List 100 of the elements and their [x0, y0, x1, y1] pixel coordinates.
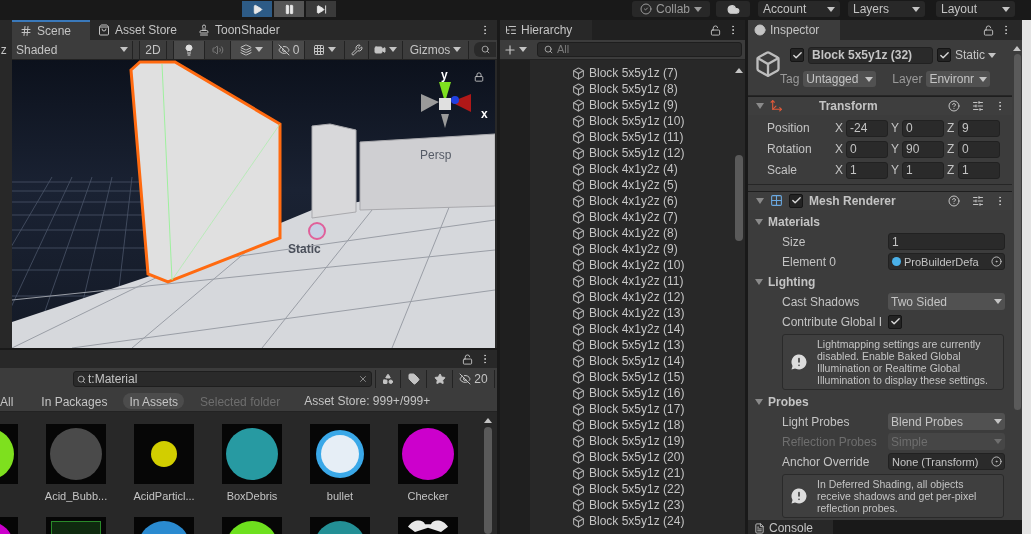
section-title[interactable]: Lighting — [768, 273, 816, 291]
object-field[interactable]: None (Transform) — [888, 453, 1005, 471]
asset-store-count[interactable]: Asset Store: 999+/999+ — [304, 391, 431, 410]
clear-icon[interactable] — [358, 374, 368, 384]
axis-label[interactable]: X — [835, 140, 846, 159]
panel-tab[interactable]: Asset Store — [90, 20, 190, 40]
tag-dropdown[interactable]: Untagged — [803, 71, 877, 87]
hierarchy-item[interactable]: Block 4x1y2z (9) — [530, 241, 733, 257]
number-field[interactable]: 1 — [888, 233, 1005, 251]
axis-label[interactable]: Z — [947, 140, 958, 159]
number-field[interactable]: 0 — [846, 140, 888, 158]
number-field[interactable]: 1 — [958, 161, 1000, 179]
hierarchy-item[interactable]: Block 4x1y2z (13) — [530, 305, 733, 321]
scrollbar-thumb[interactable] — [484, 427, 492, 534]
axis-label[interactable]: Y — [891, 119, 902, 138]
scroll-up-icon[interactable] — [1013, 46, 1021, 51]
panel-tab[interactable]: Scene — [12, 20, 90, 40]
type-filter-button[interactable] — [375, 370, 401, 388]
hierarchy-item[interactable]: Block 5x5y1z (9) — [530, 97, 733, 113]
axis-label[interactable]: Z — [947, 161, 958, 180]
static-dropdown[interactable]: Static — [955, 46, 996, 64]
hierarchy-item[interactable]: Block 5x5y1z (10) — [530, 113, 733, 129]
hierarchy-item[interactable]: Block 4x1y2z (14) — [530, 321, 733, 337]
object-picker-icon[interactable] — [991, 256, 1002, 268]
hierarchy-item[interactable]: Block 4x1y2z (8) — [530, 225, 733, 241]
help-icon[interactable] — [948, 99, 960, 112]
search-scope-tab[interactable]: All — [0, 392, 20, 409]
hierarchy-item[interactable]: Block 5x5y1z (15) — [530, 369, 733, 385]
section-title[interactable]: Probes — [768, 393, 809, 411]
component-title[interactable]: Transform — [819, 96, 878, 115]
checkbox[interactable] — [888, 315, 902, 329]
number-field[interactable]: 90 — [902, 140, 944, 158]
scrollbar-thumb[interactable] — [735, 155, 743, 241]
panel-tab[interactable]: Console — [748, 520, 833, 534]
foldout-arrow-icon[interactable] — [755, 218, 763, 226]
hierarchy-item[interactable]: Block 5x5y1z (14) — [530, 353, 733, 369]
effects-dropdown[interactable] — [231, 40, 273, 59]
hierarchy-item[interactable]: Block 5x5y1z (18) — [530, 417, 733, 433]
number-field[interactable]: -24 — [846, 119, 888, 137]
lock-icon[interactable] — [474, 72, 484, 82]
number-field[interactable]: 1 — [902, 161, 944, 179]
hierarchy-item[interactable]: Block 5x5y1z (11) — [530, 129, 733, 145]
layout-dropdown[interactable]: Layout — [936, 1, 1015, 17]
checkbox[interactable] — [790, 48, 804, 62]
account-dropdown[interactable]: Account — [758, 1, 840, 17]
hierarchy-item[interactable]: Block 5x5y1z (17) — [530, 401, 733, 417]
lock-icon[interactable] — [710, 24, 721, 36]
section-title[interactable]: Materials — [768, 213, 821, 231]
axis-label[interactable]: X — [835, 119, 846, 138]
hierarchy-item[interactable]: Block 5x5y1z (19) — [530, 433, 733, 449]
help-icon[interactable] — [948, 194, 960, 207]
hierarchy-item[interactable]: Block 4x1y2z (10) — [530, 257, 733, 273]
layers-dropdown[interactable]: Layers — [848, 1, 925, 17]
hierarchy-item[interactable]: Block 5x5y1z (16) — [530, 385, 733, 401]
pause-button[interactable] — [274, 1, 304, 17]
lock-icon[interactable] — [462, 353, 473, 365]
checkbox[interactable] — [789, 193, 803, 208]
material-thumbnail[interactable] — [134, 424, 194, 484]
panel-tab[interactable]: Inspector — [748, 20, 840, 40]
scrollbar-thumb[interactable] — [1013, 54, 1021, 410]
2d-toggle[interactable]: 2D — [139, 40, 167, 59]
axis-label[interactable]: X — [835, 161, 846, 180]
object-name-field[interactable]: Block 5x5y1z (32) — [808, 46, 933, 64]
panel-tab[interactable]: Hierarchy — [500, 20, 592, 40]
foldout-arrow-icon[interactable] — [756, 196, 764, 205]
value-dropdown[interactable]: Two Sided — [888, 293, 1005, 311]
number-field[interactable]: 0 — [958, 140, 1000, 158]
panel-tab[interactable]: ToonShader — [190, 20, 290, 40]
step-button[interactable] — [306, 1, 336, 17]
presets-icon[interactable] — [972, 99, 984, 112]
object-field[interactable]: ProBuilderDefa — [888, 253, 1005, 271]
number-field[interactable]: 1 — [846, 161, 888, 179]
search-field[interactable]: t:Material — [73, 371, 372, 387]
hierarchy-item[interactable]: Block 5x5y1z (23) — [530, 497, 733, 513]
axis-label[interactable]: Z — [947, 119, 958, 138]
scene-search-field[interactable] — [474, 42, 496, 57]
number-field[interactable]: 9 — [958, 119, 1000, 137]
foldout-arrow-icon[interactable] — [755, 398, 763, 406]
axis-label[interactable]: Y — [891, 161, 902, 180]
scroll-up-icon[interactable] — [735, 68, 743, 73]
cloud-button[interactable] — [716, 1, 750, 17]
hidden-objects-toggle[interactable]: 0 — [273, 40, 305, 59]
hierarchy-item[interactable]: Block 4x1y2z (5) — [530, 177, 733, 193]
hierarchy-item[interactable]: Block 4x1y2z (7) — [530, 209, 733, 225]
axis-label[interactable]: Y — [891, 140, 902, 159]
projection-label[interactable]: Persp — [420, 146, 452, 164]
component-title[interactable]: Mesh Renderer — [809, 191, 896, 210]
foldout-arrow-icon[interactable] — [755, 278, 763, 286]
material-thumbnail[interactable] — [310, 424, 370, 484]
hierarchy-item[interactable]: Block 5x5y1z (13) — [530, 337, 733, 353]
play-button[interactable] — [242, 1, 272, 17]
hierarchy-item[interactable]: Block 5x5y1z (8) — [530, 81, 733, 97]
hierarchy-item[interactable]: Block 5x5y1z (21) — [530, 465, 733, 481]
scroll-up-icon[interactable] — [484, 418, 492, 423]
layer-dropdown[interactable]: Environr — [926, 71, 991, 87]
search-scope-tab[interactable]: In Assets — [123, 392, 185, 409]
object-picker-icon[interactable] — [991, 456, 1002, 468]
checkbox[interactable] — [937, 48, 951, 62]
hierarchy-item[interactable]: Block 4x1y2z (6) — [530, 193, 733, 209]
collab-dropdown[interactable]: Collab — [632, 1, 710, 17]
